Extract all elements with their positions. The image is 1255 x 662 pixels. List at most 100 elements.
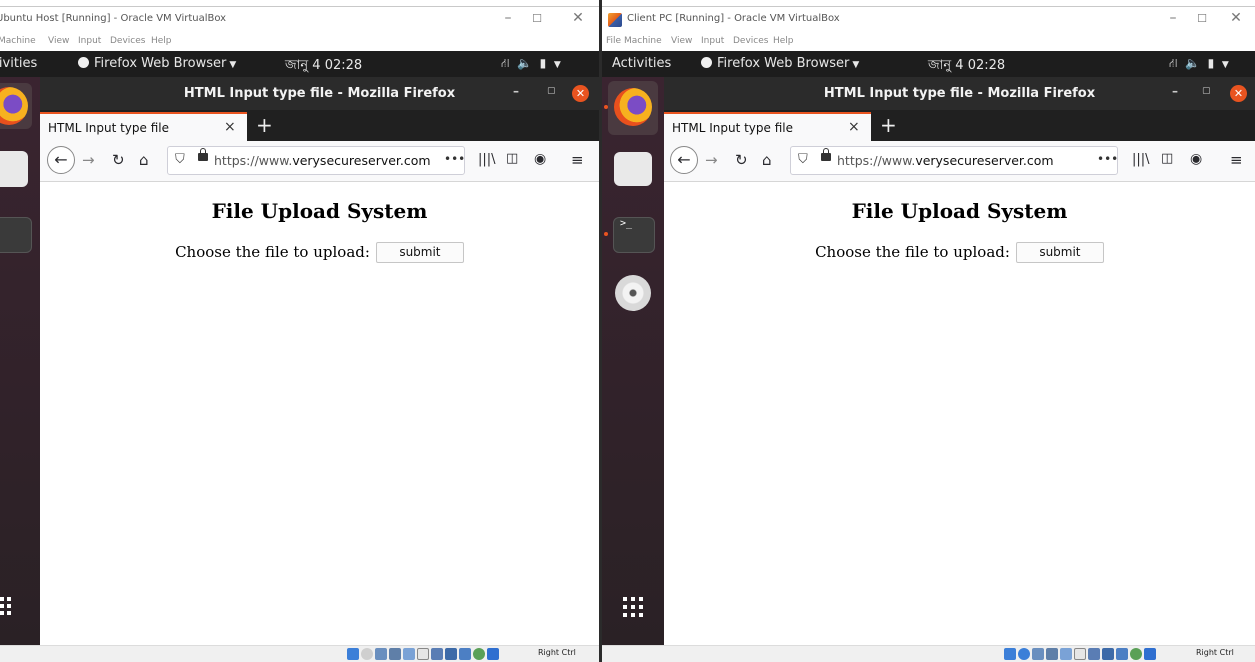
activities-button[interactable]: Activities bbox=[0, 56, 37, 71]
lock-icon[interactable] bbox=[821, 148, 831, 161]
account-icon[interactable]: ◉ bbox=[534, 151, 546, 167]
reload-icon[interactable]: ↻ bbox=[112, 151, 125, 169]
mouse-integration-icon[interactable] bbox=[1144, 648, 1156, 660]
dock-firefox[interactable] bbox=[0, 83, 32, 129]
network-adapter-icon[interactable] bbox=[389, 648, 401, 660]
terminal-icon[interactable]: >_ bbox=[613, 217, 655, 253]
menu-devices[interactable]: Devices bbox=[110, 36, 145, 46]
lock-icon[interactable] bbox=[198, 148, 208, 161]
menu-file[interactable]: File bbox=[606, 36, 621, 46]
hamburger-menu-icon[interactable]: ≡ bbox=[1230, 151, 1243, 169]
maximize-icon[interactable]: ☐ bbox=[527, 12, 547, 25]
optical-disc-icon[interactable] bbox=[615, 275, 651, 311]
close-icon[interactable]: ✕ bbox=[568, 10, 588, 26]
firefox-window-titlebar[interactable]: HTML Input type file - Mozilla Firefox –… bbox=[40, 77, 599, 110]
menu-input[interactable]: Input bbox=[701, 36, 724, 46]
reload-icon[interactable]: ↻ bbox=[735, 151, 748, 169]
library-icon[interactable]: |||\ bbox=[478, 152, 496, 167]
menu-help[interactable]: Help bbox=[151, 36, 172, 46]
page-actions-icon[interactable]: ••• bbox=[1097, 152, 1118, 166]
activities-button[interactable]: Activities bbox=[612, 56, 671, 71]
menu-view[interactable]: View bbox=[48, 36, 69, 46]
minimize-icon[interactable]: – bbox=[498, 10, 518, 26]
menu-help[interactable]: Help bbox=[773, 36, 794, 46]
sidebar-icon[interactable]: ◫ bbox=[1161, 151, 1173, 166]
forward-icon[interactable]: → bbox=[705, 151, 718, 169]
guest-additions-icon[interactable] bbox=[1130, 648, 1142, 660]
hard-disk-icon[interactable] bbox=[347, 648, 359, 660]
terminal-icon[interactable] bbox=[0, 217, 32, 253]
audio-icon[interactable] bbox=[1032, 648, 1044, 660]
show-applications-icon[interactable] bbox=[623, 597, 645, 619]
mouse-integration-icon[interactable] bbox=[487, 648, 499, 660]
usb-icon[interactable] bbox=[1060, 648, 1072, 660]
ff-close-icon[interactable]: ✕ bbox=[1230, 85, 1247, 102]
maximize-icon[interactable]: ☐ bbox=[1192, 12, 1212, 25]
new-tab-icon[interactable]: + bbox=[256, 113, 273, 137]
display-icon[interactable] bbox=[431, 648, 443, 660]
app-menu[interactable]: Firefox Web Browser ▼ bbox=[78, 56, 236, 71]
tab-html-input[interactable]: HTML Input type file × bbox=[40, 112, 247, 141]
optical-drive-icon[interactable] bbox=[361, 648, 373, 660]
ff-minimize-icon[interactable]: – bbox=[513, 84, 519, 98]
forward-icon[interactable]: → bbox=[82, 151, 95, 169]
display-icon[interactable] bbox=[1088, 648, 1100, 660]
url-bar[interactable]: ⛉ https://www.verysecureserver.com ••• bbox=[790, 146, 1118, 175]
vbox-titlebar[interactable]: Ubuntu Host [Running] - Oracle VM Virtua… bbox=[0, 7, 599, 33]
files-icon[interactable] bbox=[0, 151, 28, 187]
library-icon[interactable]: |||\ bbox=[1132, 152, 1150, 167]
page-actions-icon[interactable]: ••• bbox=[444, 152, 465, 166]
back-icon[interactable]: ← bbox=[670, 146, 698, 174]
close-icon[interactable]: ✕ bbox=[1226, 10, 1246, 26]
optical-drive-icon[interactable] bbox=[1018, 648, 1030, 660]
submit-button[interactable]: submit bbox=[375, 242, 464, 263]
menu-view[interactable]: View bbox=[671, 36, 692, 46]
tab-html-input[interactable]: HTML Input type file × bbox=[664, 112, 871, 141]
tab-close-icon[interactable]: × bbox=[848, 119, 860, 135]
ff-close-icon[interactable]: ✕ bbox=[572, 85, 589, 102]
clock[interactable]: জানু 4 02:28 bbox=[285, 56, 362, 77]
home-icon[interactable]: ⌂ bbox=[762, 151, 772, 169]
ff-maximize-icon[interactable]: ▢ bbox=[1202, 86, 1211, 96]
app-menu[interactable]: Firefox Web Browser ▼ bbox=[701, 56, 859, 71]
firefox-window-title: HTML Input type file - Mozilla Firefox bbox=[823, 86, 1096, 101]
sidebar-icon[interactable]: ◫ bbox=[506, 151, 518, 166]
tracking-shield-icon[interactable]: ⛉ bbox=[175, 152, 185, 167]
system-tray[interactable]: ⛙ 🔈 ▮ ▼ bbox=[501, 56, 561, 72]
shared-folders-icon[interactable] bbox=[417, 648, 429, 660]
minimize-icon[interactable]: – bbox=[1163, 10, 1183, 26]
tab-close-icon[interactable]: × bbox=[224, 119, 236, 135]
clock[interactable]: জানু 4 02:28 bbox=[928, 56, 1005, 77]
vbox-titlebar[interactable]: Client PC [Running] - Oracle VM VirtualB… bbox=[602, 7, 1255, 33]
tracking-shield-icon[interactable]: ⛉ bbox=[798, 152, 808, 167]
hard-disk-icon[interactable] bbox=[1004, 648, 1016, 660]
cpu-icon[interactable] bbox=[1116, 648, 1128, 660]
usb-icon[interactable] bbox=[403, 648, 415, 660]
system-tray[interactable]: ⛙ 🔈 ▮ ▼ bbox=[1169, 56, 1229, 72]
guest-additions-icon[interactable] bbox=[473, 648, 485, 660]
menu-machine[interactable]: Machine bbox=[0, 36, 36, 46]
host-key-label: Right Ctrl bbox=[538, 648, 576, 657]
video-capture-icon[interactable] bbox=[445, 648, 457, 660]
shared-folders-icon[interactable] bbox=[1074, 648, 1086, 660]
video-capture-icon[interactable] bbox=[1102, 648, 1114, 660]
cpu-icon[interactable] bbox=[459, 648, 471, 660]
back-icon[interactable]: ← bbox=[47, 146, 75, 174]
files-icon[interactable] bbox=[614, 152, 652, 186]
new-tab-icon[interactable]: + bbox=[880, 113, 897, 137]
submit-button[interactable]: submit bbox=[1015, 242, 1104, 263]
ff-minimize-icon[interactable]: – bbox=[1172, 84, 1178, 98]
firefox-window-titlebar[interactable]: HTML Input type file - Mozilla Firefox –… bbox=[664, 77, 1255, 110]
dock-firefox[interactable] bbox=[608, 81, 658, 135]
show-applications-icon[interactable] bbox=[0, 597, 22, 619]
menu-devices[interactable]: Devices bbox=[733, 36, 768, 46]
ff-maximize-icon[interactable]: ▢ bbox=[547, 86, 556, 96]
network-adapter-icon[interactable] bbox=[1046, 648, 1058, 660]
account-icon[interactable]: ◉ bbox=[1190, 151, 1202, 167]
hamburger-menu-icon[interactable]: ≡ bbox=[571, 151, 584, 169]
home-icon[interactable]: ⌂ bbox=[139, 151, 149, 169]
url-bar[interactable]: ⛉ https://www.verysecureserver.com ••• bbox=[167, 146, 465, 175]
menu-input[interactable]: Input bbox=[78, 36, 101, 46]
audio-icon[interactable] bbox=[375, 648, 387, 660]
menu-machine[interactable]: Machine bbox=[624, 36, 662, 46]
